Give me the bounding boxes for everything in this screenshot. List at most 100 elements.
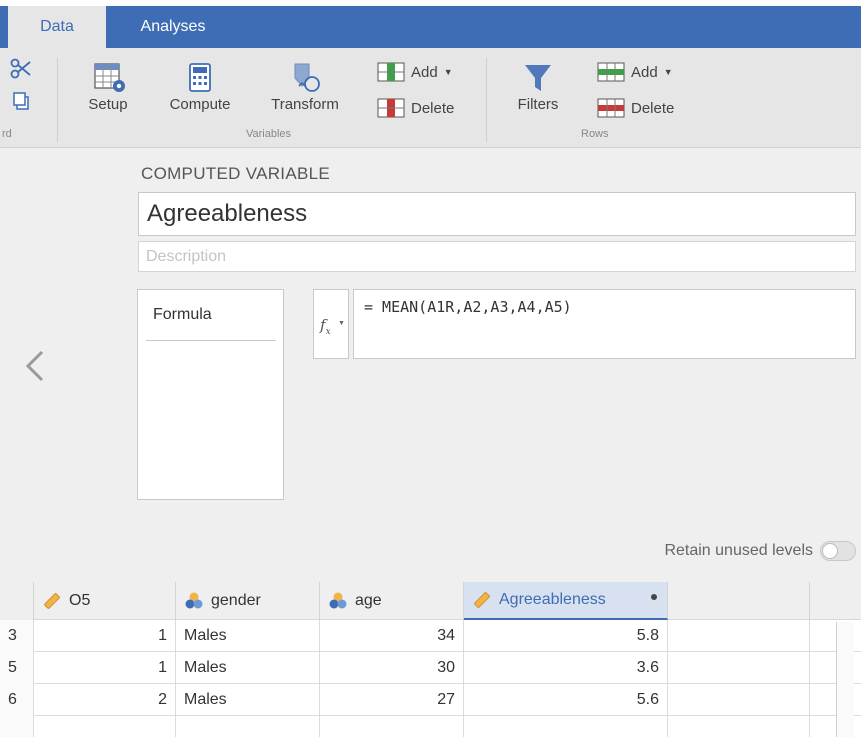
table-row: 6 2 Males 27 5.6 (0, 684, 861, 716)
cell-empty[interactable] (668, 716, 810, 737)
ruler-icon (44, 593, 60, 609)
variable-delete-label: Delete (411, 99, 455, 117)
column-header-label: gender (211, 592, 261, 609)
cell-gender[interactable]: Males (176, 684, 320, 716)
compute-button[interactable]: Compute (162, 62, 238, 113)
column-header-label: Agreeableness (499, 591, 606, 608)
editor-title: COMPUTED VARIABLE (141, 164, 330, 183)
ribbon-divider (57, 58, 58, 142)
tab-data[interactable]: Data (8, 6, 106, 48)
column-header-gender[interactable]: gender (176, 582, 320, 620)
cell-age[interactable]: 30 (320, 652, 464, 684)
cell-agreeableness[interactable]: 3.6 (464, 652, 668, 684)
cell-o5[interactable]: 1 (34, 620, 176, 652)
filters-label: Filters (517, 96, 559, 113)
cell-o5[interactable]: 1 (34, 652, 176, 684)
variable-name-input[interactable] (138, 192, 856, 236)
retain-unused-levels-label: Retain unused levels (664, 542, 813, 559)
copy-icon (13, 92, 29, 110)
calculator-icon (189, 63, 211, 92)
function-button[interactable]: fx ▼ (313, 289, 349, 359)
vertical-scrollbar[interactable] (836, 622, 854, 737)
variable-add-button[interactable]: Add ▼ (377, 62, 453, 82)
toggle-knob (822, 543, 838, 559)
setup-label: Setup (88, 96, 128, 113)
row-add-label: Add (631, 63, 658, 81)
cell-o5[interactable] (34, 716, 176, 737)
transform-icon (294, 63, 320, 92)
cell-gender[interactable] (176, 716, 320, 737)
chevron-down-icon: ▼ (663, 67, 673, 77)
column-header-empty[interactable] (668, 582, 810, 620)
add-row-icon (597, 62, 625, 82)
delete-row-icon (597, 98, 625, 118)
formula-tab[interactable]: Formula (153, 306, 212, 324)
column-header-o5[interactable]: O5 (34, 582, 176, 620)
cell-agreeableness[interactable] (464, 716, 668, 737)
table-row: 5 1 Males 30 3.6 (0, 652, 861, 684)
ribbon-toolbar: rd Setup Compute Transform Add ▼ Delete … (0, 48, 861, 148)
scissors-icon (10, 58, 31, 79)
cell-empty[interactable] (668, 684, 810, 716)
variable-add-label: Add (411, 63, 438, 81)
formula-input[interactable]: = MEAN(A1R,A2,A3,A4,A5) (353, 289, 856, 359)
data-spreadsheet: O5 gender age Agreeableness 3 1 Males 34… (0, 582, 861, 737)
formula-underline (146, 340, 276, 341)
table-row: 3 1 Males 34 5.8 (0, 620, 861, 652)
fx-icon: fx (320, 316, 331, 337)
variables-group-label: Variables (246, 128, 292, 140)
chevron-left-icon[interactable] (24, 348, 46, 384)
add-column-icon (377, 62, 405, 82)
cell-gender[interactable]: Males (176, 620, 320, 652)
cell-agreeableness[interactable]: 5.6 (464, 684, 668, 716)
cell-agreeableness[interactable]: 5.8 (464, 620, 668, 652)
row-add-button[interactable]: Add ▼ (597, 62, 673, 82)
description-input[interactable] (138, 241, 856, 272)
tab-analyses[interactable]: Analyses (118, 6, 228, 48)
chevron-down-icon: ▼ (338, 320, 345, 327)
retain-unused-levels-toggle[interactable] (820, 541, 856, 561)
cell-gender[interactable]: Males (176, 652, 320, 684)
row-delete-button[interactable]: Delete (597, 98, 674, 118)
table-row-partial (0, 716, 861, 737)
computed-variable-editor: COMPUTED VARIABLE Formula fx ▼ = MEAN(A1… (0, 148, 861, 582)
nominal-icon (329, 592, 347, 609)
cut-button[interactable] (10, 58, 32, 80)
cell-o5[interactable]: 2 (34, 684, 176, 716)
row-number-header (0, 582, 34, 620)
column-header-age[interactable]: age (320, 582, 464, 620)
transform-label: Transform (271, 96, 339, 113)
cell-age[interactable]: 27 (320, 684, 464, 716)
filters-button[interactable]: Filters (506, 62, 570, 113)
ribbon-divider (486, 58, 487, 142)
column-header-row: O5 gender age Agreeableness (0, 582, 861, 620)
nominal-icon (185, 592, 203, 609)
clipboard-group-label: rd (2, 128, 12, 140)
cell-age[interactable]: 34 (320, 620, 464, 652)
setup-icon (94, 63, 125, 92)
funnel-icon (525, 65, 551, 91)
cell-empty[interactable] (668, 652, 810, 684)
formula-panel: Formula (137, 289, 284, 500)
row-number: 3 (0, 620, 34, 652)
setup-button[interactable]: Setup (78, 62, 138, 113)
cell-age[interactable] (320, 716, 464, 737)
delete-column-icon (377, 98, 405, 118)
copy-button[interactable] (12, 92, 30, 110)
transform-button[interactable]: Transform (262, 62, 348, 113)
computed-indicator-icon (651, 594, 657, 600)
compute-label: Compute (169, 96, 231, 113)
ruler-icon (474, 592, 490, 608)
variable-delete-button[interactable]: Delete (377, 98, 454, 118)
cell-empty[interactable] (668, 620, 810, 652)
row-number (0, 716, 34, 737)
row-number: 5 (0, 652, 34, 684)
rows-group-label: Rows (581, 128, 609, 140)
main-tab-bar: Data Analyses (0, 6, 861, 48)
column-header-label: O5 (69, 592, 91, 609)
row-delete-label: Delete (631, 99, 675, 117)
column-header-label: age (355, 592, 382, 609)
chevron-down-icon: ▼ (443, 67, 453, 77)
column-header-agreeableness[interactable]: Agreeableness (464, 582, 668, 620)
row-number: 6 (0, 684, 34, 716)
